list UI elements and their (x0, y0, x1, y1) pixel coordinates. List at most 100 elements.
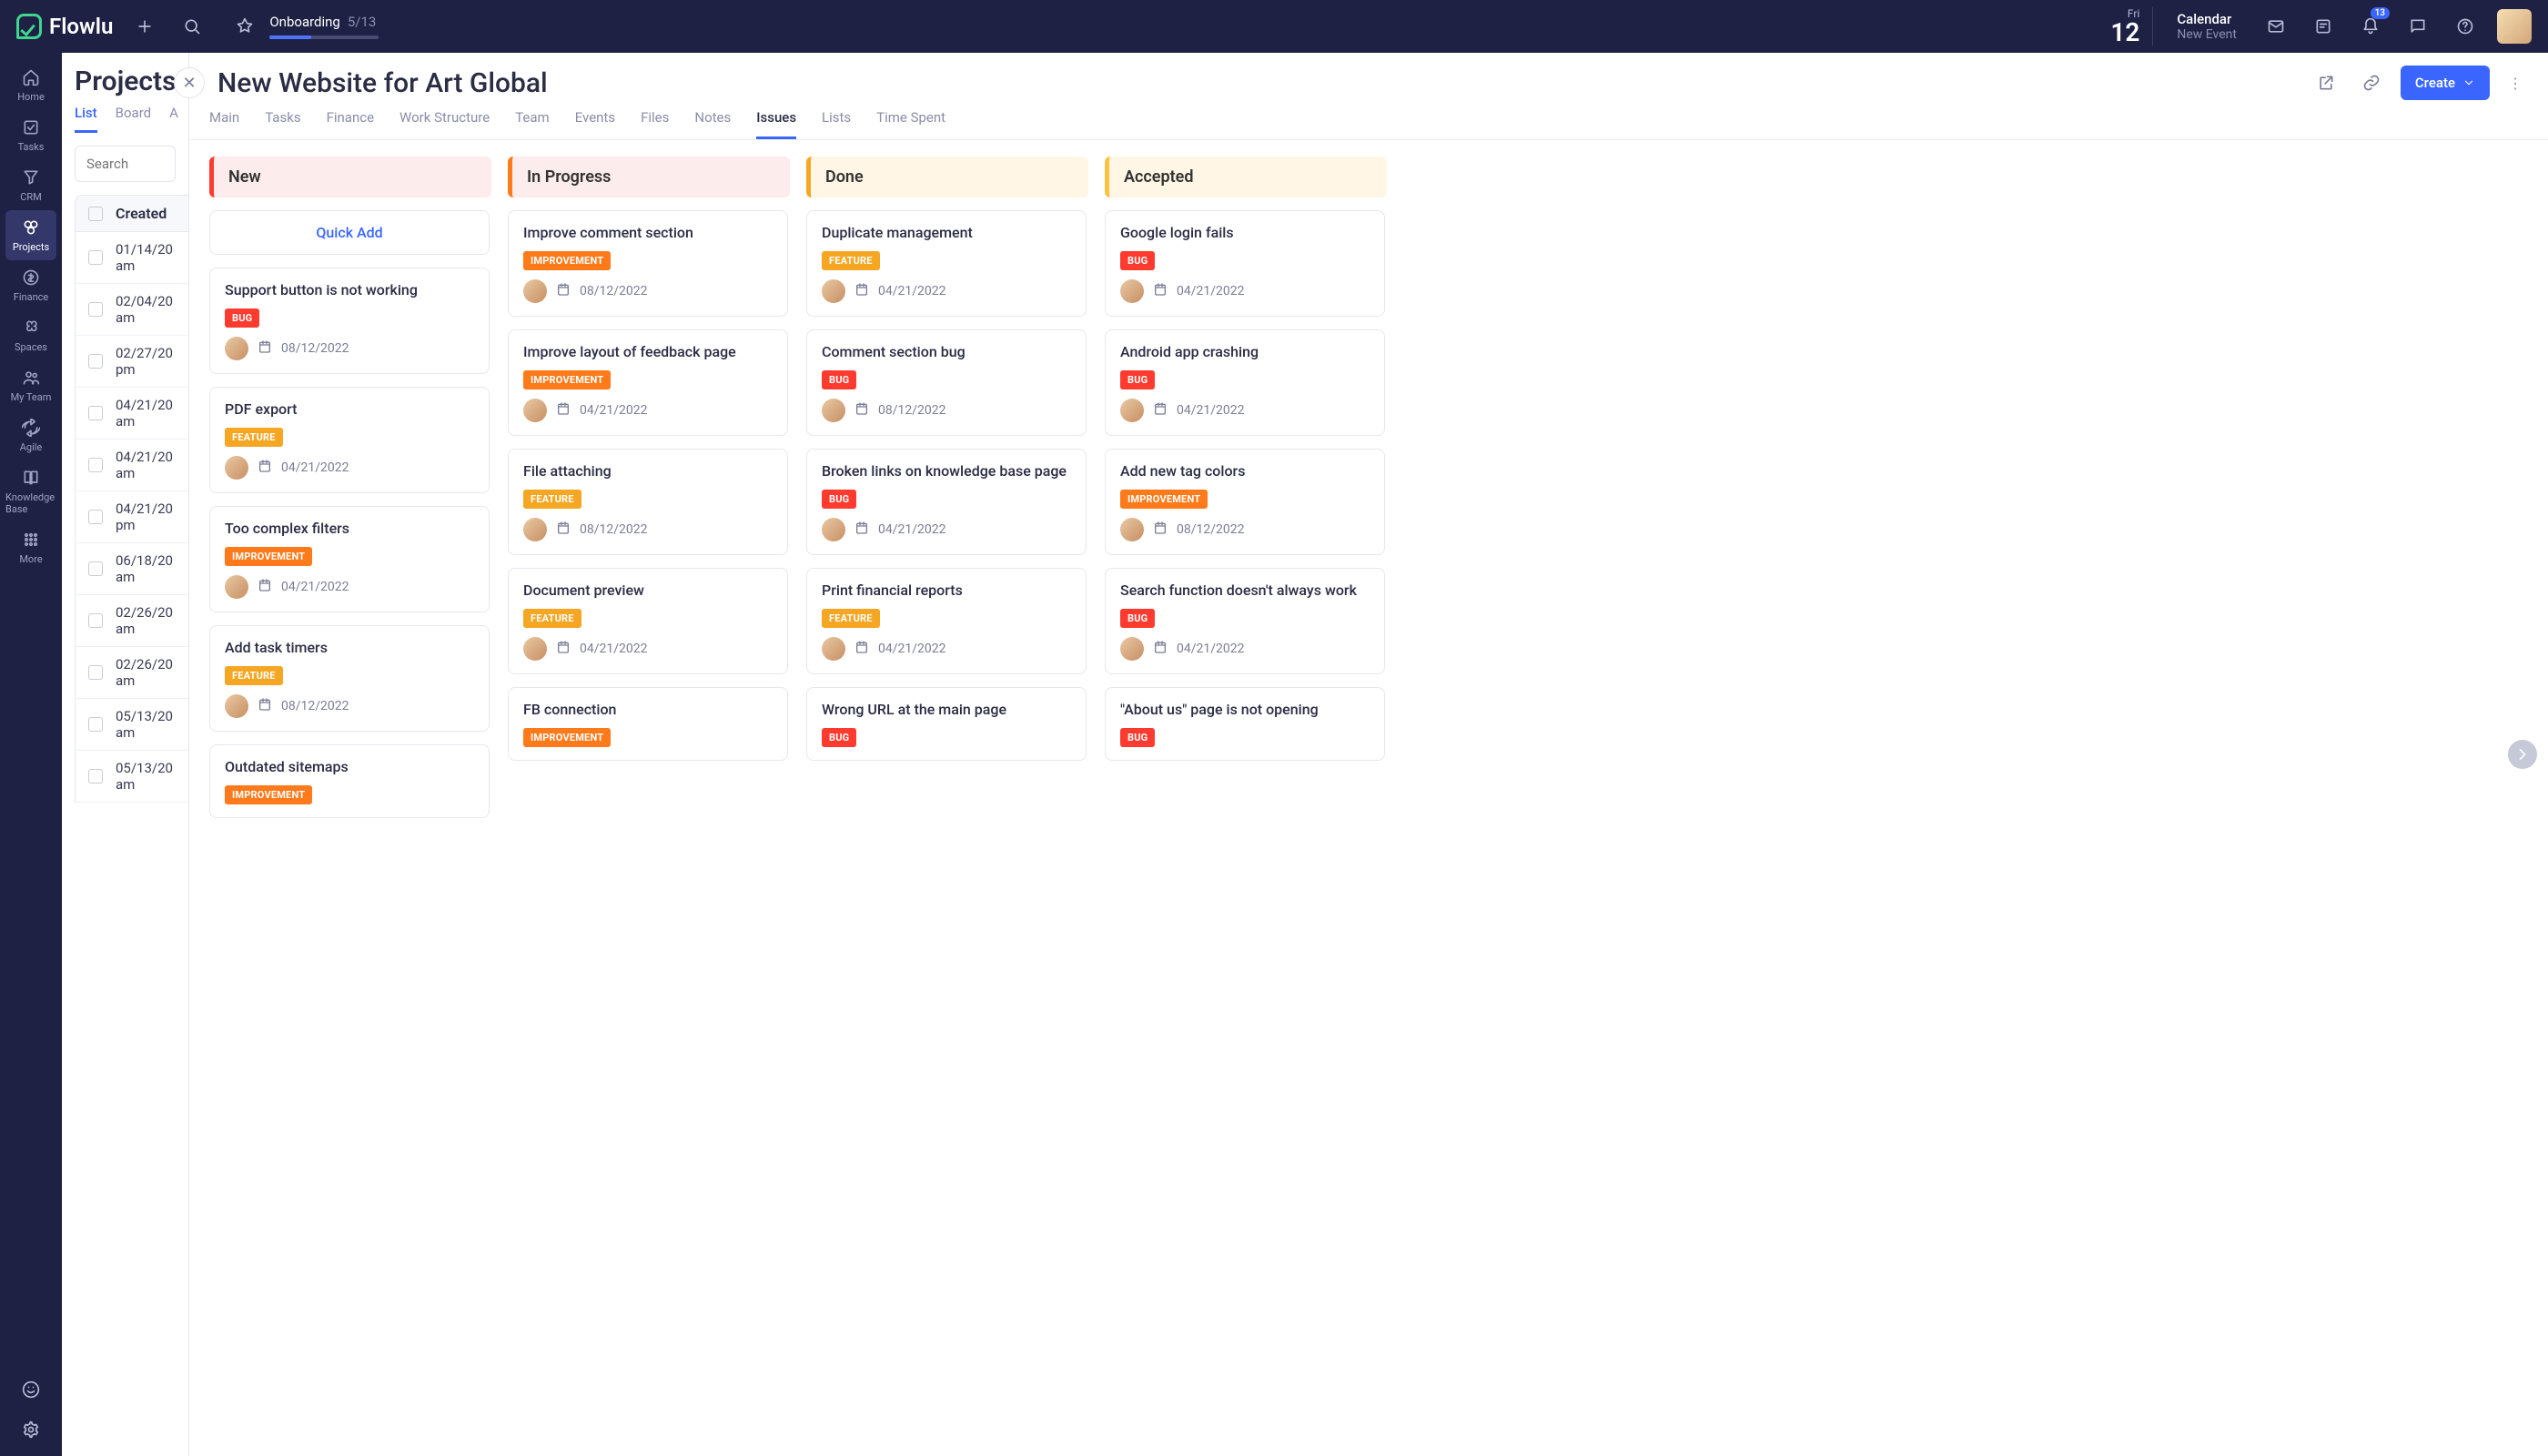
notifications-button[interactable]: 13 (2355, 11, 2386, 42)
column-header[interactable]: In Progress (508, 157, 790, 197)
issue-card[interactable]: "About us" page is not openingBUG (1105, 687, 1385, 761)
sidenav-item-more[interactable]: More (5, 522, 56, 572)
issue-card[interactable]: Too complex filtersIMPROVEMENT04/21/2022 (209, 506, 490, 612)
projects-tab-list[interactable]: List (75, 105, 97, 133)
add-button[interactable] (129, 11, 160, 42)
project-list-row[interactable]: 04/21/20am (76, 388, 188, 440)
row-checkbox[interactable] (88, 717, 103, 732)
sidenav-item-knowledge-base[interactable]: Knowledge Base (5, 460, 56, 522)
card-date: 04/21/2022 (281, 580, 349, 594)
issue-card[interactable]: Outdated sitemapsIMPROVEMENT (209, 744, 490, 818)
row-checkbox[interactable] (88, 769, 103, 784)
sidenav-item-crm[interactable]: CRM (5, 160, 56, 210)
onboarding-widget[interactable]: Onboarding 5/13 (229, 11, 379, 42)
project-list-row[interactable]: 02/27/20pm (76, 336, 188, 388)
project-tab-finance[interactable]: Finance (327, 109, 374, 139)
row-checkbox[interactable] (88, 406, 103, 420)
row-checkbox[interactable] (88, 458, 103, 472)
project-list-row[interactable]: 06/18/20am (76, 543, 188, 595)
mail-button[interactable] (2260, 11, 2291, 42)
column-header[interactable]: New (209, 157, 491, 197)
quick-add-button[interactable]: Quick Add (209, 210, 490, 255)
issue-card[interactable]: Add new tag colorsIMPROVEMENT08/12/2022 (1105, 449, 1385, 555)
project-list-row[interactable]: 04/21/20pm (76, 491, 188, 543)
help-button[interactable] (2450, 11, 2481, 42)
sidenav-item-finance[interactable]: Finance (5, 260, 56, 310)
project-tab-main[interactable]: Main (209, 109, 239, 139)
settings-button[interactable] (15, 1414, 46, 1445)
issue-card[interactable]: Google login failsBUG04/21/2022 (1105, 210, 1385, 317)
issue-card[interactable]: Support button is not workingBUG08/12/20… (209, 268, 490, 374)
project-list-row[interactable]: 02/26/20am (76, 595, 188, 647)
sidenav-item-spaces[interactable]: Spaces (5, 310, 56, 360)
user-avatar[interactable] (2497, 9, 2532, 44)
projects-tab-board[interactable]: Board (116, 105, 151, 133)
projects-list-header[interactable]: Created (75, 195, 188, 232)
project-tab-events[interactable]: Events (575, 109, 615, 139)
project-tab-time-spent[interactable]: Time Spent (876, 109, 945, 139)
column-header[interactable]: Accepted (1105, 157, 1387, 197)
row-created: 06/18/20am (116, 552, 173, 585)
link-button[interactable] (2355, 66, 2388, 99)
project-tab-lists[interactable]: Lists (822, 109, 851, 139)
issue-card[interactable]: Search function doesn't always workBUG04… (1105, 568, 1385, 674)
project-list-row[interactable]: 02/26/20am (76, 647, 188, 699)
project-tab-team[interactable]: Team (515, 109, 550, 139)
project-list-row[interactable]: 02/04/20am (76, 284, 188, 336)
open-external-button[interactable] (2310, 66, 2342, 99)
project-list-row[interactable]: 04/21/20am (76, 440, 188, 491)
issue-card[interactable]: Wrong URL at the main pageBUG (806, 687, 1087, 761)
issue-card[interactable]: FB connectionIMPROVEMENT (508, 687, 788, 761)
project-tab-issues[interactable]: Issues (756, 109, 796, 139)
close-project-button[interactable]: ✕ (174, 67, 205, 98)
notes-button[interactable] (2308, 11, 2339, 42)
row-checkbox[interactable] (88, 561, 103, 576)
row-checkbox[interactable] (88, 613, 103, 628)
issue-card[interactable]: Print financial reportsFEATURE04/21/2022 (806, 568, 1087, 674)
project-tab-tasks[interactable]: Tasks (265, 109, 300, 139)
assignee-avatar (523, 279, 547, 303)
issue-card[interactable]: Comment section bugBUG08/12/2022 (806, 329, 1087, 436)
project-tab-notes[interactable]: Notes (694, 109, 731, 139)
sidenav-item-home[interactable]: Home (5, 60, 56, 110)
create-button[interactable]: Create (2401, 66, 2490, 100)
chat-button[interactable] (2402, 11, 2433, 42)
row-checkbox[interactable] (88, 250, 103, 265)
card-title: Add new tag colors (1120, 462, 1370, 480)
date-widget[interactable]: Fri 12 (2110, 7, 2153, 46)
sidenav-item-tasks[interactable]: Tasks (5, 110, 56, 160)
projects-tab-a[interactable]: A (169, 105, 178, 133)
scroll-right-button[interactable] (2508, 740, 2537, 769)
feedback-button[interactable] (15, 1374, 46, 1405)
issue-card[interactable]: Duplicate managementFEATURE04/21/2022 (806, 210, 1087, 317)
column-header[interactable]: Done (806, 157, 1088, 197)
project-tab-work-structure[interactable]: Work Structure (399, 109, 490, 139)
row-checkbox[interactable] (88, 665, 103, 680)
issue-card[interactable]: Document previewFEATURE04/21/2022 (508, 568, 788, 674)
sidenav-item-my-team[interactable]: My Team (5, 360, 56, 410)
calendar-widget[interactable]: Calendar New Event (2169, 11, 2244, 42)
brand-logo[interactable]: Flowlu (16, 14, 113, 39)
created-column-header[interactable]: Created (116, 205, 167, 222)
sidenav-label: CRM (20, 191, 42, 203)
select-all-checkbox[interactable] (88, 207, 103, 221)
search-input[interactable] (75, 146, 176, 182)
issue-card[interactable]: Add task timersFEATURE08/12/2022 (209, 625, 490, 732)
row-checkbox[interactable] (88, 302, 103, 317)
project-more-button[interactable]: ⋮ (2502, 75, 2528, 92)
sidenav-item-projects[interactable]: Projects (5, 210, 56, 260)
issue-card[interactable]: Improve comment sectionIMPROVEMENT08/12/… (508, 210, 788, 317)
sidenav-item-agile[interactable]: Agile (5, 410, 56, 460)
row-checkbox[interactable] (88, 354, 103, 369)
issue-card[interactable]: PDF exportFEATURE04/21/2022 (209, 387, 490, 493)
project-list-row[interactable]: 01/14/20am (76, 232, 188, 284)
row-checkbox[interactable] (88, 510, 103, 524)
issue-card[interactable]: Android app crashingBUG04/21/2022 (1105, 329, 1385, 436)
project-list-row[interactable]: 05/13/20am (76, 751, 188, 803)
search-button[interactable] (177, 11, 207, 42)
issue-card[interactable]: Improve layout of feedback pageIMPROVEME… (508, 329, 788, 436)
project-tab-files[interactable]: Files (641, 109, 669, 139)
issue-card[interactable]: File attachingFEATURE08/12/2022 (508, 449, 788, 555)
issue-card[interactable]: Broken links on knowledge base pageBUG04… (806, 449, 1087, 555)
project-list-row[interactable]: 05/13/20am (76, 699, 188, 751)
